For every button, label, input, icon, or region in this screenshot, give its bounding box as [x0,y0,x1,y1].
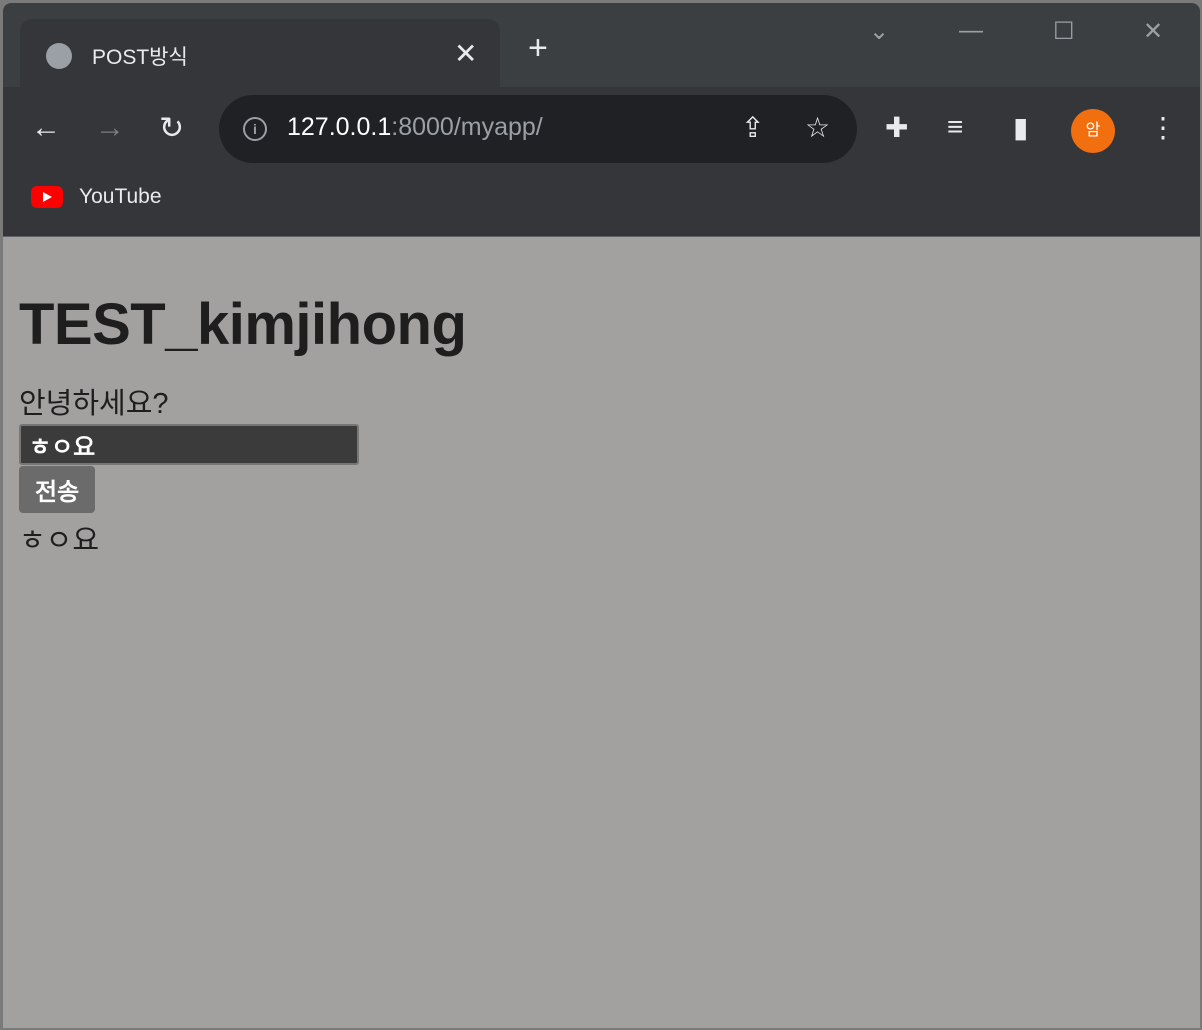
reload-button[interactable]: ↻ [159,111,184,146]
new-tab-button[interactable]: + [528,31,548,65]
url-text[interactable]: 127.0.0.1:8000/myapp/ [287,113,543,142]
tab-search-icon[interactable]: ⌄ [869,17,889,46]
maximize-button[interactable]: ☐ [1053,17,1075,46]
bookmark-label: YouTube [79,185,162,208]
page-title: TEST_kimjihong [19,292,467,357]
page-content: TEST_kimjihong 안녕하세요? 전송 ㅎㅇ요 [19,237,467,559]
message-input[interactable] [19,424,359,465]
minimize-button[interactable]: — [959,17,983,45]
media-control-icon[interactable]: ≡ [947,111,963,143]
tab-active[interactable]: POST방식 ✕ [20,19,500,89]
share-icon[interactable]: ⇪ [741,111,764,144]
greeting-text: 안녕하세요? [19,388,169,420]
close-window-button[interactable]: ✕ [1143,17,1163,46]
tab-close-icon[interactable]: ✕ [454,37,477,70]
address-bar[interactable]: i 127.0.0.1:8000/myapp/ ⇪ ☆ [219,95,857,163]
side-panel-icon[interactable]: ▮ [1013,111,1028,144]
extensions-icon[interactable]: ✚ [885,111,908,144]
back-button[interactable]: ← [31,111,61,145]
browser-window: POST방식 ✕ + ⌄ — ☐ ✕ ← → ↻ i 127.0.0.1:800… [3,3,1200,1028]
youtube-icon [31,186,63,208]
submit-button[interactable]: 전송 [19,466,96,513]
url-path: :8000/myapp/ [391,113,543,141]
url-host: 127.0.0.1 [287,113,392,141]
menu-icon[interactable]: ⋮ [1149,111,1177,144]
bookmark-youtube[interactable]: YouTube [31,185,162,209]
globe-icon [46,43,72,69]
avatar[interactable]: 암 [1071,109,1115,153]
info-icon[interactable]: i [243,117,267,141]
star-icon[interactable]: ☆ [805,111,830,144]
forward-button[interactable]: → [95,111,125,145]
tab-title: POST방식 [92,46,188,69]
tab-strip: POST방식 ✕ + ⌄ — ☐ ✕ [3,3,1200,89]
result-text: ㅎㅇ요 [19,525,100,557]
toolbar: ← → ↻ i 127.0.0.1:8000/myapp/ ⇪ ☆ ✚ ≡ ▮ … [3,87,1200,237]
